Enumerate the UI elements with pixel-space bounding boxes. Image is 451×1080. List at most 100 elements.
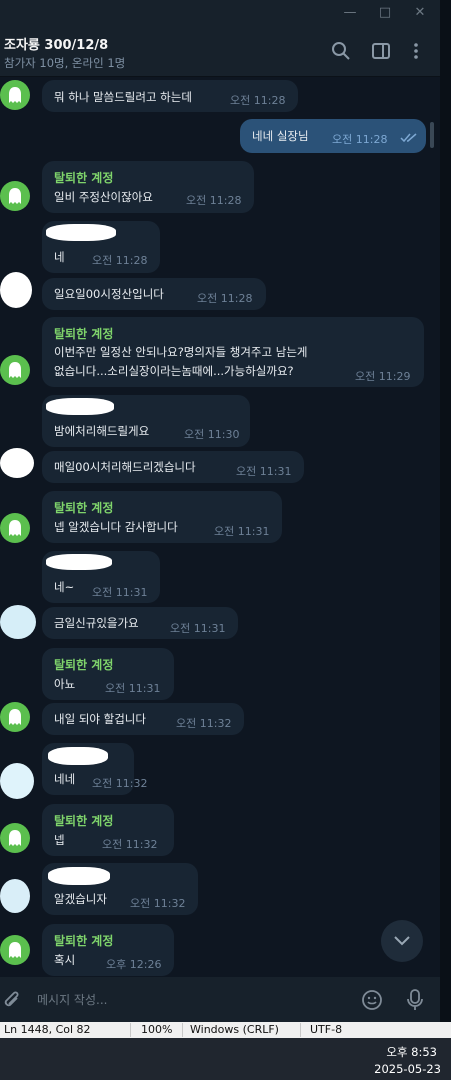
message-bubble[interactable]: 네네 오전 11:32	[42, 743, 147, 795]
ghost-icon	[9, 188, 21, 204]
read-checkmarks-icon	[400, 133, 417, 143]
message-input[interactable]: 메시지 작성...	[37, 991, 107, 1008]
message-text: 밤에처리해드릴게요	[54, 424, 150, 438]
message-time: 오전 11:28	[186, 194, 242, 207]
message-bubble[interactable]: 탈퇴한 계정 혹시 오후 12:26	[42, 924, 174, 976]
ghost-avatar[interactable]	[0, 181, 30, 211]
message-time: 오전 11:31	[236, 465, 292, 478]
more-options-icon[interactable]	[405, 40, 427, 62]
paperclip-icon[interactable]	[2, 989, 22, 1011]
ghost-icon	[9, 709, 21, 725]
ghost-avatar[interactable]	[0, 80, 30, 110]
title-bar: — □ ✕	[0, 0, 440, 26]
message-bubble[interactable]: 탈퇴한 계정 아뇨 오전 11:31	[42, 648, 174, 700]
message-time: 오전 11:31	[170, 622, 226, 635]
chevron-down-icon	[394, 936, 410, 946]
message-text-line-2: 없습니다...소리실장이라는놈때에...가능하실까요?	[54, 364, 294, 378]
redaction-mark	[46, 224, 116, 241]
outgoing-message-bubble[interactable]: 네네 실장님 오전 11:28	[240, 119, 426, 153]
message-composer: 메시지 작성...	[0, 977, 440, 1022]
redaction-mark	[46, 398, 114, 415]
message-time: 오전 11:31	[92, 586, 148, 599]
ghost-icon	[9, 87, 21, 103]
message-time: 오전 11:31	[214, 525, 270, 538]
background-strip	[440, 0, 451, 1022]
search-icon[interactable]	[330, 40, 352, 62]
microphone-icon[interactable]	[406, 988, 424, 1012]
sender-name[interactable]: 탈퇴한 계정	[54, 325, 113, 342]
message-text: 네~	[54, 580, 75, 594]
sender-name[interactable]: 탈퇴한 계정	[54, 656, 113, 673]
ghost-avatar[interactable]	[0, 702, 30, 732]
sender-name[interactable]: 탈퇴한 계정	[54, 932, 113, 949]
ghost-icon	[9, 520, 21, 536]
scroll-down-button[interactable]	[381, 920, 423, 962]
message-time: 오전 11:29	[355, 370, 411, 383]
ghost-icon	[9, 830, 21, 846]
message-text: 네네 실장님	[252, 129, 309, 143]
message-time: 오전 11:28	[92, 254, 148, 267]
message-time: 오전 11:28	[332, 133, 388, 146]
message-list[interactable]: 뭐 하나 말씀드릴려고 하는데 오전 11:28 네네 실장님 오전 11:28…	[0, 77, 440, 976]
cursor-position: Ln 1448, Col 82	[4, 1023, 91, 1036]
redacted-avatar[interactable]	[0, 763, 34, 799]
divider	[300, 1023, 301, 1037]
message-bubble[interactable]: 금일신규있을가요 오전 11:31	[42, 607, 238, 639]
divider	[182, 1023, 183, 1037]
ghost-icon	[9, 942, 21, 958]
message-time: 오전 11:32	[102, 838, 158, 851]
message-bubble[interactable]: 밤에처리해드릴게요 오전 11:30	[42, 395, 250, 447]
message-time: 오전 11:28	[197, 292, 253, 305]
message-bubble[interactable]: 탈퇴한 계정 이번주만 일정산 안되나요?명의자들 챙겨주고 남는게 없습니다.…	[42, 317, 424, 387]
message-bubble[interactable]: 네 오전 11:28	[42, 221, 160, 273]
chat-subtitle: 참가자 10명, 온라인 1명	[4, 56, 126, 70]
message-bubble[interactable]: 네~ 오전 11:31	[42, 551, 160, 603]
ghost-avatar[interactable]	[0, 513, 30, 543]
divider	[130, 1023, 131, 1037]
editor-status-bar: Ln 1448, Col 82 100% Windows (CRLF) UTF-…	[0, 1022, 451, 1038]
emoji-icon[interactable]	[361, 989, 383, 1011]
message-bubble[interactable]: 탈퇴한 계정 넵 오전 11:32	[42, 804, 174, 856]
chat-header[interactable]: 조자룡 300/12/8 참가자 10명, 온라인 1명	[0, 26, 440, 77]
redacted-avatar[interactable]	[0, 879, 30, 913]
scrollbar[interactable]	[430, 122, 434, 148]
message-bubble[interactable]: 뭐 하나 말씀드릴려고 하는데 오전 11:28	[42, 80, 298, 112]
clock-date[interactable]: 2025-05-23	[374, 1062, 441, 1076]
message-bubble[interactable]: 탈퇴한 계정 넵 알겠습니다 감사합니다 오전 11:31	[42, 491, 282, 543]
clock-time[interactable]: 오후 8:53	[386, 1044, 437, 1060]
encoding: UTF-8	[310, 1023, 343, 1036]
message-bubble[interactable]: 알겠습니자 오전 11:32	[42, 863, 198, 915]
message-text: 넵 알겠습니다 감사합니다	[54, 520, 178, 534]
message-time: 오전 11:32	[92, 777, 148, 790]
message-bubble[interactable]: 일요일00시정산입니다 오전 11:28	[42, 278, 266, 310]
message-text: 네	[54, 250, 65, 264]
message-time: 오전 11:28	[230, 94, 286, 107]
ghost-avatar[interactable]	[0, 355, 30, 385]
message-text: 일요일00시정산입니다	[54, 287, 164, 301]
redacted-avatar[interactable]	[0, 272, 32, 308]
message-bubble[interactable]: 내일 되야 할겁니다 오전 11:32	[42, 703, 244, 735]
message-bubble[interactable]: 탈퇴한 계정 일비 주정산이잖아요 오전 11:28	[42, 161, 254, 213]
ghost-avatar[interactable]	[0, 823, 30, 853]
close-icon[interactable]: ✕	[410, 3, 430, 23]
message-text: 혹시	[54, 953, 76, 967]
chat-title: 조자룡 300/12/8	[4, 38, 109, 53]
redacted-avatar[interactable]	[0, 605, 36, 639]
sender-name[interactable]: 탈퇴한 계정	[54, 812, 113, 829]
sidebar-toggle-icon[interactable]	[370, 40, 392, 62]
message-bubble[interactable]: 매일00시처리해드리겠습니다 오전 11:31	[42, 451, 304, 483]
sender-name[interactable]: 탈퇴한 계정	[54, 499, 113, 516]
message-text: 아뇨	[54, 677, 76, 691]
minimize-icon[interactable]: —	[340, 3, 360, 23]
message-text: 네네	[54, 772, 76, 786]
redaction-mark	[46, 554, 112, 570]
redaction-mark	[48, 867, 110, 885]
maximize-icon[interactable]: □	[375, 3, 395, 23]
ghost-icon	[9, 362, 21, 378]
sender-name[interactable]: 탈퇴한 계정	[54, 169, 113, 186]
message-text: 알겠습니자	[54, 892, 107, 906]
message-time: 오전 11:30	[184, 428, 240, 441]
redacted-avatar[interactable]	[0, 448, 34, 478]
message-text: 넵	[54, 833, 65, 847]
ghost-avatar[interactable]	[0, 935, 30, 965]
